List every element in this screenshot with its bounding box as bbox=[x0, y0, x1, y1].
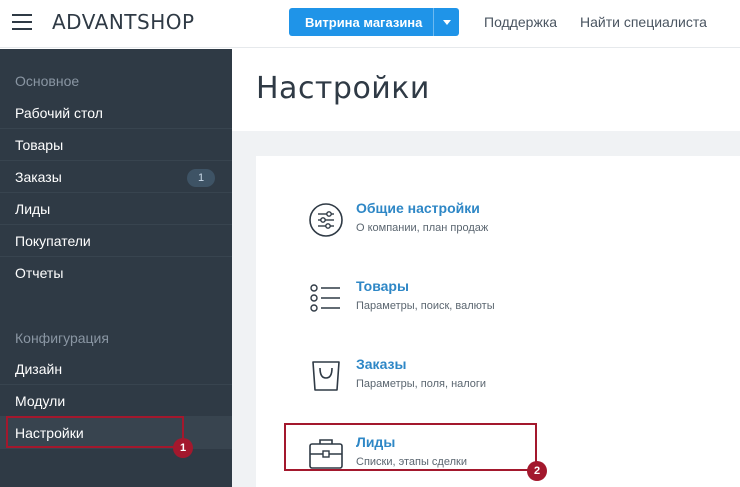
store-front-label: Витрина магазина bbox=[305, 14, 423, 30]
chevron-down-icon bbox=[442, 19, 451, 25]
sliders-icon bbox=[309, 203, 343, 237]
sidebar-item-leads[interactable]: Лиды bbox=[0, 193, 232, 225]
settings-item-subtitle: Параметры, поиск, валюты bbox=[356, 300, 495, 312]
top-header: ADVANTSHOP Витрина магазина Поддержка На… bbox=[0, 0, 740, 48]
settings-item-subtitle: Параметры, поля, налоги bbox=[356, 378, 487, 390]
settings-card: Общие настройки О компании, план продаж … bbox=[256, 156, 740, 487]
shopping-bag-icon bbox=[312, 361, 340, 391]
sidebar-item-label: Рабочий стол bbox=[15, 104, 103, 121]
settings-item-title[interactable]: Общие настройки bbox=[356, 200, 480, 216]
settings-item-subtitle: О компании, план продаж bbox=[356, 222, 489, 234]
sidebar-item-orders[interactable]: Заказы 1 bbox=[0, 161, 232, 193]
annotation-marker-1: 1 bbox=[173, 438, 193, 458]
sidebar-item-label: Товары bbox=[15, 136, 64, 153]
briefcase-icon bbox=[309, 439, 343, 469]
sidebar-item-dashboard[interactable]: Рабочий стол bbox=[0, 97, 232, 129]
sidebar-item-customers[interactable]: Покупатели bbox=[0, 225, 232, 257]
sidebar-item-label: Лиды bbox=[15, 200, 51, 217]
settings-item-general[interactable]: Общие настройки О компании, план продаж bbox=[306, 194, 606, 246]
sidebar-section-main: Основное bbox=[15, 73, 80, 89]
sidebar-item-design[interactable]: Дизайн bbox=[0, 353, 232, 385]
support-link[interactable]: Поддержка bbox=[484, 14, 557, 30]
page-title: Настройки bbox=[256, 71, 430, 106]
sidebar-item-products[interactable]: Товары bbox=[0, 129, 232, 161]
sidebar-item-label: Дизайн bbox=[15, 360, 63, 377]
hamburger-menu-icon[interactable] bbox=[12, 14, 32, 30]
sidebar-item-label: Заказы bbox=[15, 168, 62, 185]
list-icon bbox=[310, 284, 340, 312]
settings-item-subtitle: Списки, этапы сделки bbox=[356, 456, 467, 468]
sidebar-item-label: Настройки bbox=[15, 424, 84, 441]
sidebar: Основное Рабочий стол Товары Заказы 1 Ли… bbox=[0, 49, 232, 487]
sidebar-item-label: Покупатели bbox=[15, 232, 91, 249]
store-front-dropdown[interactable] bbox=[433, 8, 459, 36]
main-content: Настройки Общие настройки О компании, пл… bbox=[232, 49, 740, 487]
store-front-button[interactable]: Витрина магазина bbox=[289, 8, 459, 36]
settings-item-title[interactable]: Лиды bbox=[356, 434, 395, 450]
annotation-marker-2: 2 bbox=[527, 461, 547, 481]
logo[interactable]: ADVANTSHOP bbox=[52, 10, 195, 34]
sidebar-item-label: Отчеты bbox=[15, 265, 64, 281]
settings-item-products[interactable]: Товары Параметры, поиск, валюты bbox=[306, 272, 606, 324]
sidebar-item-settings[interactable]: Настройки bbox=[0, 417, 232, 449]
sidebar-item-reports[interactable]: Отчеты bbox=[0, 257, 232, 289]
page-header: Настройки bbox=[232, 49, 740, 131]
settings-item-orders[interactable]: Заказы Параметры, поля, налоги bbox=[306, 350, 606, 402]
orders-count-badge: 1 bbox=[187, 169, 215, 187]
settings-item-leads[interactable]: Лиды Списки, этапы сделки bbox=[306, 428, 606, 480]
sidebar-item-label: Модули bbox=[15, 392, 66, 409]
sidebar-item-modules[interactable]: Модули bbox=[0, 385, 232, 417]
settings-item-title[interactable]: Товары bbox=[356, 278, 409, 294]
settings-item-title[interactable]: Заказы bbox=[356, 356, 406, 372]
find-specialist-link[interactable]: Найти специалиста bbox=[580, 14, 707, 30]
sidebar-section-config: Конфигурация bbox=[15, 330, 109, 346]
